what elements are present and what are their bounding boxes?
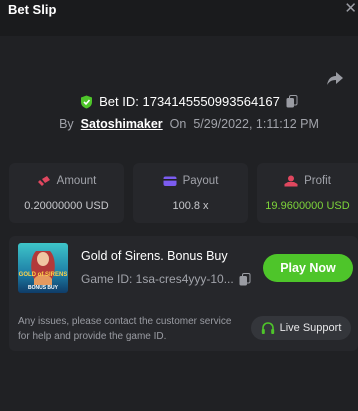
stat-profit-label: Profit [304,175,331,187]
copy-icon[interactable] [286,95,298,108]
live-support-label: Live Support [279,322,342,334]
by-label: By [59,117,74,131]
close-icon[interactable]: ✕ [344,0,357,17]
hand-coin-icon [284,175,298,187]
bet-slip-panel [0,36,358,411]
game-card: GOLD of SIRENS BONUS BUY Gold of Sirens.… [9,236,358,351]
play-now-button[interactable]: Play Now [263,254,353,282]
copy-icon[interactable] [239,272,251,286]
stat-profit-value: 19.9600000 USD [265,200,350,212]
game-id-text: Game ID: 1sa-cres4yyy-10... [81,272,234,286]
headset-icon [261,321,274,334]
live-support-button[interactable]: Live Support [251,316,351,340]
bet-stats: Amount 0.20000000 USD Payout 100.8 x Pro… [9,163,358,223]
thumb-logo-text: GOLD of SIRENS [19,272,68,278]
stat-amount-label: Amount [56,175,97,187]
verified-shield-icon [81,95,93,108]
stat-payout-label: Payout [182,175,219,187]
modal-title: Bet Slip [8,2,57,17]
share-icon[interactable] [326,69,344,87]
stat-payout-value: 100.8 x [172,200,209,212]
game-thumbnail[interactable]: GOLD of SIRENS BONUS BUY [18,243,68,293]
bet-meta-row: By Satoshimaker On 5/29/2022, 1:11:12 PM [0,117,358,135]
stat-profit: Profit 19.9600000 USD [257,163,358,223]
on-label: On [169,117,187,131]
coin-hand-icon [37,176,50,186]
game-title[interactable]: Gold of Sirens. Bonus Buy [81,249,228,263]
wallet-icon [163,176,177,186]
stat-amount-value: 0.20000000 USD [24,200,109,212]
game-id-row: Game ID: 1sa-cres4yyy-10... [81,272,251,286]
support-message: Any issues, please contact the customer … [18,316,232,342]
bet-id-text: Bet ID: 1734145550993564167 [99,94,280,109]
bet-slip-header: Bet Slip ✕ [0,0,358,22]
stat-payout: Payout 100.8 x [133,163,248,223]
bet-id-row: Bet ID: 1734145550993564167 [0,94,358,112]
thumb-subtitle-text: BONUS BUY [28,285,59,291]
bet-date: 5/29/2022, 1:11:12 PM [193,117,319,131]
username-link[interactable]: Satoshimaker [81,117,163,131]
stat-amount: Amount 0.20000000 USD [9,163,124,223]
